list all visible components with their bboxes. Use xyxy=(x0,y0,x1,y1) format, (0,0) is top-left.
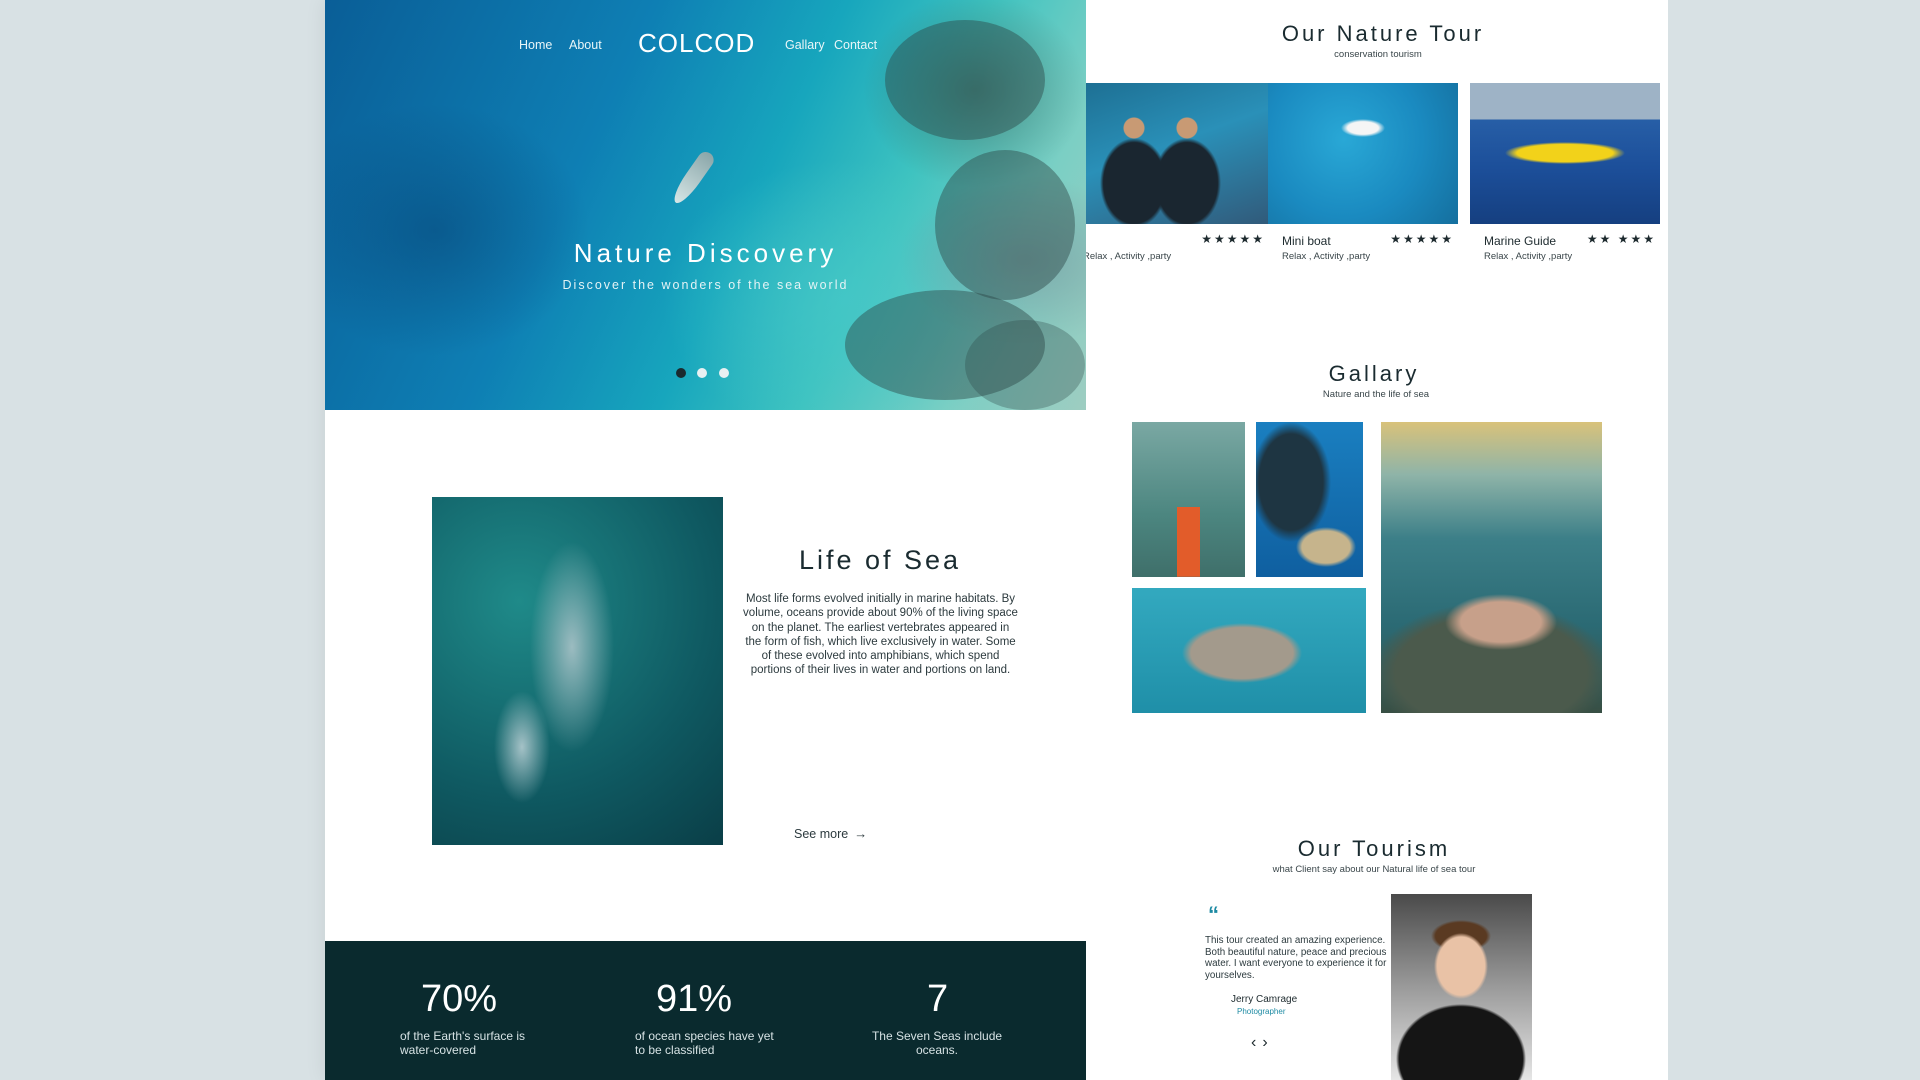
see-more-label: See more xyxy=(794,827,849,841)
gallery-manatee-image[interactable] xyxy=(1132,588,1366,713)
stat-value: 91% xyxy=(656,978,733,1020)
boat-image xyxy=(1268,83,1458,224)
stat-label: of ocean species have yet to be classifi… xyxy=(635,1029,774,1057)
testimonial-title: Our Tourism xyxy=(1297,836,1451,861)
stat-value: 70% xyxy=(421,978,498,1020)
tour-card[interactable]: Marine Guide ★★ ★★★ Relax , Activity ,pa… xyxy=(1470,83,1660,273)
top-nav: Home About COLCOD Gallary Contact xyxy=(325,28,1086,66)
see-more-link[interactable]: See more → xyxy=(794,826,867,841)
slider-dot-3[interactable] xyxy=(719,368,729,378)
testimonial-role: Photographer xyxy=(1237,1007,1286,1016)
tour-card[interactable]: ★★★★★ Relax , Activity ,party xyxy=(1086,83,1269,273)
nav-home-link[interactable]: Home xyxy=(519,38,552,52)
testimonial-author: Jerry Camrage xyxy=(1231,994,1298,1005)
rating-stars: ★★ ★★★ xyxy=(1586,232,1656,246)
life-description: Most life forms evolved initially in mar… xyxy=(743,593,1018,677)
site-logo[interactable]: COLCOD xyxy=(638,28,755,59)
nav-contact-link[interactable]: Contact xyxy=(834,38,877,52)
landing-page-left: Home About COLCOD Gallary Contact Nature… xyxy=(325,0,1086,1080)
reef-shape xyxy=(965,320,1085,410)
tour-title: Our Nature Tour xyxy=(1281,21,1485,46)
avatar xyxy=(1391,894,1532,1080)
stat-label: of the Earth's surface is water-covered xyxy=(400,1029,526,1057)
life-title: Life of Sea xyxy=(798,545,962,575)
nav-gallery-link[interactable]: Gallary xyxy=(785,38,825,52)
nav-about-link[interactable]: About xyxy=(569,38,602,52)
rating-stars: ★★★★★ xyxy=(1390,232,1454,246)
rating-stars: ★★★★★ xyxy=(1201,232,1265,246)
tour-card[interactable]: Mini boat ★★★★★ Relax , Activity ,party xyxy=(1268,83,1458,273)
tour-subtitle: conservation tourism xyxy=(1334,49,1422,60)
gallery-kayak-image[interactable] xyxy=(1132,422,1245,577)
tour-card-tags: Relax , Activity ,party xyxy=(1484,251,1573,262)
chevron-right-icon[interactable]: › xyxy=(1262,1034,1267,1051)
tour-card-name: Marine Guide xyxy=(1484,234,1557,248)
testimonial-quote: This tour created an amazing experience.… xyxy=(1205,935,1387,981)
tour-card-tags: Relax , Activity ,party xyxy=(1086,251,1172,262)
chevron-left-icon[interactable]: ‹ xyxy=(1251,1034,1256,1051)
gallery-coral-image[interactable] xyxy=(1256,422,1363,577)
arrow-right-icon: → xyxy=(854,826,868,841)
hero-banner: Home About COLCOD Gallary Contact Nature… xyxy=(325,0,1086,410)
slider-dot-1[interactable] xyxy=(676,368,686,378)
shipwreck-image xyxy=(669,148,717,208)
hero-subtitle: Discover the wonders of the sea world xyxy=(562,278,849,292)
stats-band: 70% of the Earth's surface is water-cove… xyxy=(325,941,1086,1080)
gallery-snorkeler-image[interactable] xyxy=(1381,422,1602,713)
whale-image xyxy=(432,497,723,845)
gallery-title: Gallary xyxy=(1328,361,1420,386)
guide-boat-image xyxy=(1470,83,1660,224)
landing-page-right: Our Nature Tour conservation tourism ★★★… xyxy=(1086,0,1668,1080)
hero-title: Nature Discovery xyxy=(573,238,838,268)
quote-icon: “ xyxy=(1208,902,1219,927)
testimonial-nav: ‹ › xyxy=(1251,1034,1274,1052)
testimonial-subtitle: what Client say about our Natural life o… xyxy=(1272,864,1476,875)
tour-card-name: Mini boat xyxy=(1282,234,1331,248)
stat-label: The Seven Seas include oceans. xyxy=(871,1029,1003,1057)
divers-image xyxy=(1086,83,1269,224)
slider-dot-2[interactable] xyxy=(697,368,707,378)
tour-card-tags: Relax , Activity ,party xyxy=(1282,251,1371,262)
stat-value: 7 xyxy=(927,978,949,1020)
gallery-subtitle: Nature and the life of sea xyxy=(1322,389,1430,400)
